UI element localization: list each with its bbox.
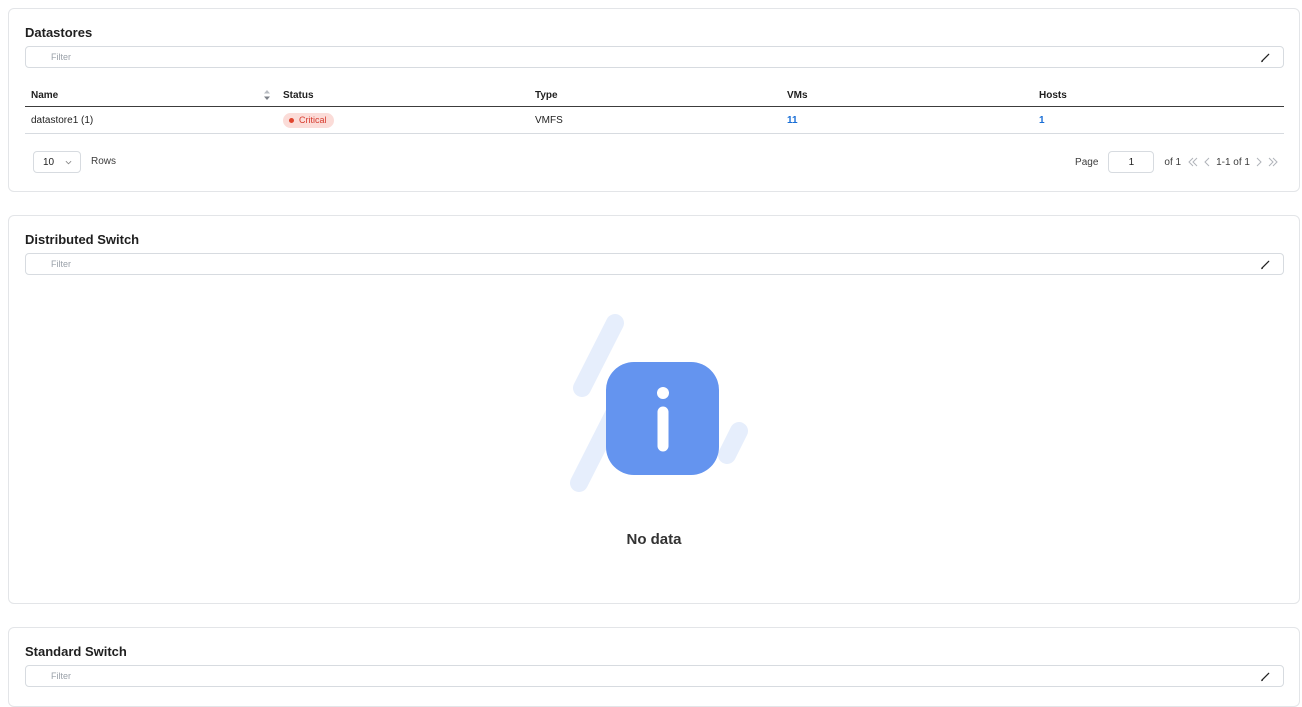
double-chevron-right-icon[interactable] (1267, 156, 1279, 168)
column-header-name[interactable]: Name (31, 84, 58, 106)
info-icon (570, 314, 748, 492)
rows-label: Rows (91, 156, 117, 167)
pencil-icon[interactable] (1260, 671, 1271, 682)
pagination: Page 1 of 1 1-1 of 1 (1075, 151, 1280, 173)
datastore-name: datastore1 (1) (31, 114, 94, 126)
chevron-right-icon[interactable] (1253, 156, 1265, 168)
page-label: Page (1075, 156, 1099, 168)
chevron-left-icon[interactable] (1201, 156, 1213, 168)
sort-icon[interactable] (263, 84, 271, 106)
pencil-icon[interactable] (1260, 52, 1271, 63)
chevron-down-icon (65, 160, 72, 165)
empty-state-text: No data (626, 531, 682, 548)
critical-dot-icon (289, 117, 294, 123)
datastore-type: VMFS (535, 114, 563, 126)
column-header-vms[interactable]: VMs (787, 84, 808, 106)
column-header-hosts[interactable]: Hosts (1039, 84, 1067, 106)
filter-placeholder: Filter (51, 259, 71, 269)
distributed-switch-filter-input[interactable]: Filter (25, 253, 1284, 275)
page-number-input[interactable]: 1 (1108, 151, 1155, 173)
status-text: Critical (299, 115, 327, 125)
standard-switch-filter-input[interactable]: Filter (25, 665, 1284, 687)
standard-switch-title: Standard Switch (25, 644, 127, 659)
datastores-filter-input[interactable]: Filter (25, 46, 1284, 68)
column-header-type[interactable]: Type (535, 84, 558, 106)
standard-switch-card: Standard Switch Filter (8, 627, 1300, 707)
datastores-table-header: Name Status Type VMs Hosts (25, 84, 1284, 107)
column-header-status[interactable]: Status (283, 84, 314, 106)
rows-per-page-value: 10 (43, 157, 55, 168)
status-badge: Critical (283, 112, 334, 128)
page-total-label: of 1 (1164, 156, 1182, 168)
filter-placeholder: Filter (51, 671, 71, 681)
rows-per-page-select[interactable]: 10 (33, 151, 81, 173)
table-row[interactable]: datastore1 (1) Critical VMFS 11 1 (25, 107, 1284, 134)
distributed-switch-card: Distributed Switch Filter No data (8, 215, 1300, 604)
vms-count-link[interactable]: 11 (787, 107, 798, 133)
double-chevron-left-icon[interactable] (1187, 156, 1199, 168)
filter-placeholder: Filter (51, 52, 71, 62)
pencil-icon[interactable] (1260, 259, 1271, 270)
datastores-title: Datastores (25, 25, 93, 40)
datastores-card: Datastores Filter Name Status Type VMs H… (8, 8, 1300, 192)
status-cell: Critical (283, 107, 334, 133)
distributed-switch-title: Distributed Switch (25, 232, 140, 247)
range-label: 1-1 of 1 (1216, 156, 1250, 168)
hosts-count-link[interactable]: 1 (1039, 107, 1045, 133)
